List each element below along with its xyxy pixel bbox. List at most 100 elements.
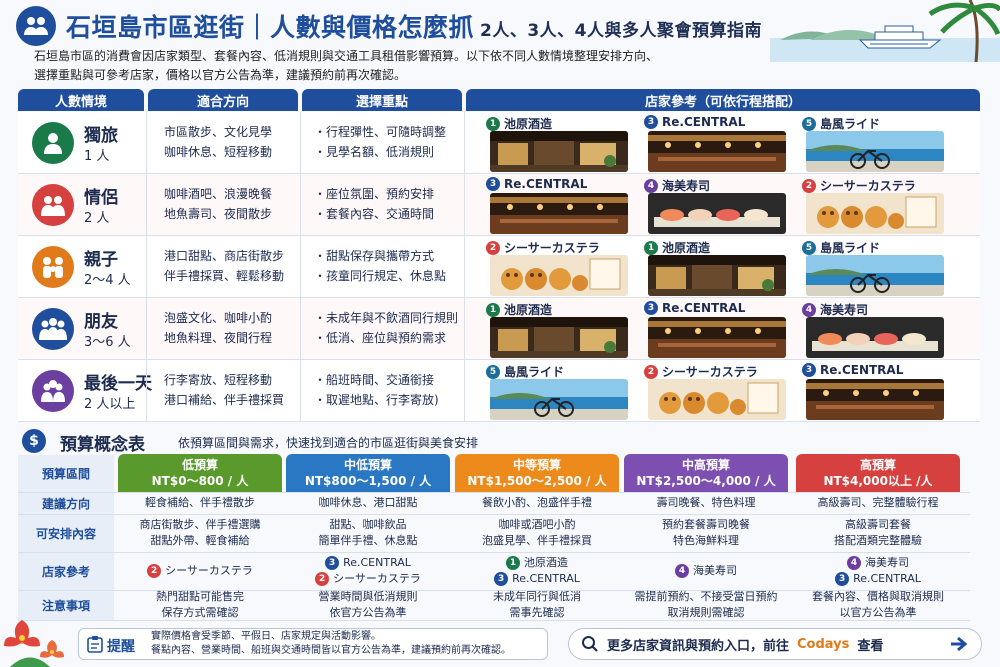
- divider: [464, 111, 465, 422]
- budget-shops: 2 シーサーカステラ: [118, 552, 282, 590]
- direction-cell: 咖啡酒吧、浪漫晚餐 地魚壽司、夜間散步: [164, 187, 273, 221]
- shop-photo: [490, 379, 628, 420]
- budget-content: 預約套餐壽司晚餐 特色海鮮料理: [662, 518, 750, 547]
- shop-number: 5: [802, 116, 816, 131]
- budget-content: 高級壽司套餐 搭配酒類完整體驗: [834, 518, 922, 547]
- dollar-icon: $: [22, 429, 46, 453]
- shop-photo: [490, 317, 628, 358]
- shop-reference[interactable]: 3 Re.CENTRAL: [325, 555, 411, 571]
- clipboard-icon: [87, 636, 103, 653]
- shop-reference[interactable]: 1 池原酒造: [506, 555, 568, 571]
- key-points-cell: ・船班時間、交通銜接 ・取遲地點、行李寄放): [314, 373, 439, 407]
- shop-number: 3: [802, 363, 816, 377]
- shop-photo: [806, 317, 944, 358]
- shop-reference[interactable]: 3 Re.CENTRAL: [494, 571, 580, 587]
- shop-photo: [648, 193, 786, 234]
- header-scenario: 人數情境: [18, 89, 144, 111]
- budget-content: 咖啡或酒吧小酌 泡盛見學、伴手禮採買: [482, 518, 592, 547]
- shop-photo: [648, 255, 786, 296]
- shop-number: 4: [802, 302, 816, 317]
- scenario-row: 情侶 2 人 咖啡酒吧、浪漫晚餐 地魚壽司、夜間散步 ・座位氛圍、預約安排 ・套餐內容、交…: [18, 174, 980, 236]
- shop-card[interactable]: 1 池原酒造: [644, 238, 794, 296]
- shop-number: 3: [644, 301, 658, 315]
- shop-card[interactable]: 2 シーサーカステラ: [644, 362, 794, 420]
- shop-card[interactable]: 2 シーサーカステラ: [802, 176, 952, 234]
- budget-direction: 餐飲小酌、泡盛伴手禮: [482, 496, 592, 509]
- shop-card[interactable]: 5 島風ライド: [802, 114, 952, 172]
- shop-number: 2: [802, 178, 816, 193]
- shop-number: 2: [486, 240, 500, 255]
- direction-cell: 市區散步、文化見學 咖啡休息、短程移動: [164, 125, 273, 159]
- shop-number: 5: [802, 240, 816, 255]
- shop-name: 池原酒造: [662, 241, 711, 255]
- budget-row-label: 預算區間: [18, 455, 114, 492]
- shop-card[interactable]: 3 Re.CENTRAL: [802, 362, 952, 420]
- more-suffix: 查看: [857, 638, 884, 654]
- budget-column-header: 低預算 NT$0～800 / 人: [118, 454, 282, 492]
- shop-reference[interactable]: 2 シーサーカステラ: [315, 571, 421, 587]
- shop-name: 海美寿司: [662, 179, 711, 193]
- scenario-name: 獨旅: [84, 126, 118, 146]
- shop-name: 島風ライド: [820, 241, 881, 255]
- friends-icon: [32, 308, 74, 350]
- tip-box: 提醒 實際價格會受季節、平假日、店家規定與活動影響。 餐點內容、營業時間、船班與交…: [78, 628, 548, 660]
- scenario-row: 獨旅 1 人 市區散步、文化見學 咖啡休息、短程移動 ・行程彈性、可隨時調整 ・見學名額、…: [18, 112, 980, 174]
- shop-card[interactable]: 1 池原酒造: [486, 114, 636, 172]
- shop-name: 海美寿司: [820, 303, 869, 317]
- shop-photo: [806, 255, 944, 296]
- direction-cell: 行李寄放、短程移動 港口補給、伴手禮採買: [164, 373, 285, 407]
- scenario-count: 3～6 人: [84, 335, 131, 350]
- divider: [146, 111, 147, 422]
- scenario-name: 親子: [84, 250, 118, 270]
- family-icon: [32, 246, 74, 288]
- shop-photo: [806, 379, 944, 420]
- shop-card[interactable]: 3 Re.CENTRAL: [486, 176, 636, 234]
- shop-reference[interactable]: 2 シーサーカステラ: [147, 563, 253, 579]
- scenario-name: 情侶: [84, 188, 118, 208]
- shop-number: 2: [644, 364, 658, 379]
- more-text: 更多店家資訊與預約入口，前往: [607, 638, 790, 654]
- shop-photo: [648, 317, 786, 358]
- shop-name: 島風ライド: [504, 365, 565, 379]
- shop-number: 3: [644, 115, 658, 129]
- direction-cell: 港口甜點、商店街散步 伴手禮採買、輕鬆移動: [164, 249, 285, 283]
- shop-name: シーサーカステラ: [820, 179, 916, 193]
- couple-icon: [32, 184, 74, 226]
- budget-note: 熱門甜點可能售完 保存方式需確認: [156, 590, 244, 619]
- budget-shops: 4 海美寿司: [624, 552, 788, 590]
- shop-card[interactable]: 3 Re.CENTRAL: [644, 114, 794, 172]
- shop-card[interactable]: 2 シーサーカステラ: [486, 238, 636, 296]
- header-key-points: 選擇重點: [302, 89, 462, 111]
- key-points-cell: ・甜點保存與攜帶方式 ・孩童同行規定、休息點: [314, 249, 447, 283]
- person-icon: [32, 122, 74, 164]
- shop-number: 4: [644, 178, 658, 193]
- shop-card[interactable]: 5 島風ライド: [486, 362, 636, 420]
- tip-text: 實際價格會受季節、平假日、店家規定與活動影響。 餐點內容、營業時間、船班與交通時間…: [151, 631, 511, 656]
- more-info-link[interactable]: 更多店家資訊與預約入口，前往 Codays 查看: [568, 628, 982, 660]
- key-points-cell: ・座位氛圍、預約安排 ・套餐內容、交通時間: [314, 187, 435, 221]
- shop-card[interactable]: 3 Re.CENTRAL: [644, 300, 794, 358]
- scenario-count: 2～4 人: [84, 273, 131, 288]
- shop-name: 島風ライド: [820, 117, 881, 131]
- shop-card[interactable]: 1 池原酒造: [486, 300, 636, 358]
- scenario-count: 2 人: [84, 211, 110, 226]
- budget-column-header: 中低預算 NT$800～1,500 / 人: [286, 454, 450, 492]
- shop-reference[interactable]: 4 海美寿司: [847, 555, 909, 571]
- divider: [300, 111, 301, 422]
- shop-reference[interactable]: 3 Re.CENTRAL: [835, 571, 921, 587]
- scenario-name: 最後一天: [84, 374, 152, 394]
- shop-card[interactable]: 4 海美寿司: [644, 176, 794, 234]
- header-direction: 適合方向: [148, 89, 298, 111]
- budget-shops: 1 池原酒造 3 Re.CENTRAL: [455, 552, 619, 590]
- shop-card[interactable]: 5 島風ライド: [802, 238, 952, 296]
- shop-name: Re.CENTRAL: [820, 363, 904, 377]
- shop-card[interactable]: 4 海美寿司: [802, 300, 952, 358]
- page-title: 石垣島市區逛街｜人數與價格怎麼抓 2人、3人、4人與多人聚會預算指南: [66, 13, 763, 42]
- budget-row-label: 店家參考: [18, 552, 114, 590]
- budget-direction: 壽司晚餐、特色料理: [656, 496, 756, 509]
- shop-reference[interactable]: 4 海美寿司: [675, 563, 737, 579]
- budget-shops: 4 海美寿司 3 Re.CENTRAL: [796, 552, 960, 590]
- shop-name: 池原酒造: [504, 303, 553, 317]
- budget-desc: 依預算區間與需求，快速找到適合的市區逛街與美食安排: [178, 436, 479, 450]
- budget-shops: 3 Re.CENTRAL 2 シーサーカステラ: [286, 552, 450, 590]
